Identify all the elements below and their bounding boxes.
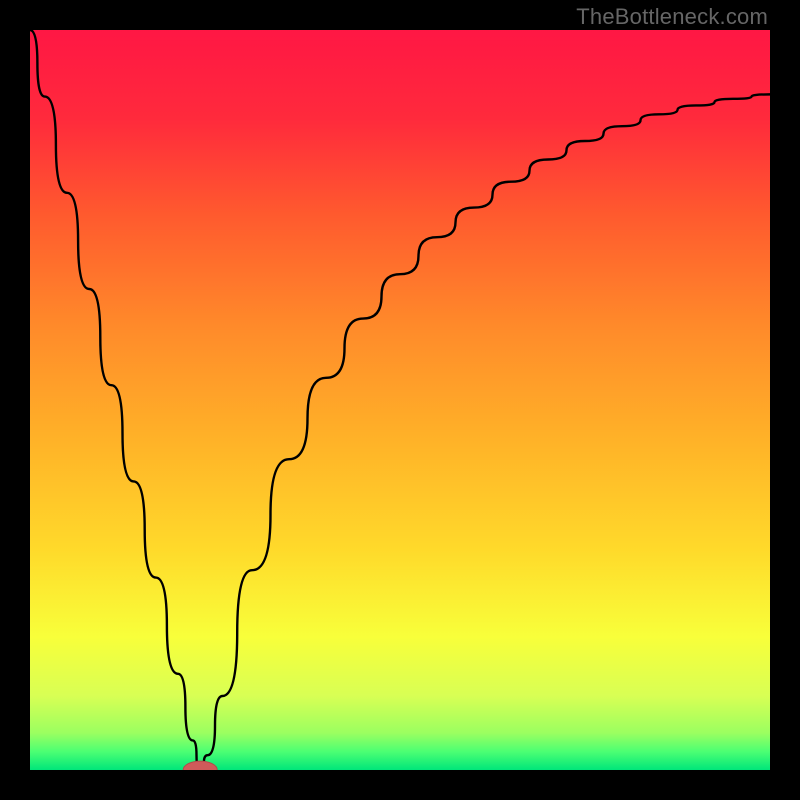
plot-background	[30, 30, 770, 770]
watermark-text: TheBottleneck.com	[576, 4, 768, 30]
chart-frame	[30, 30, 770, 770]
bottleneck-chart	[30, 30, 770, 770]
